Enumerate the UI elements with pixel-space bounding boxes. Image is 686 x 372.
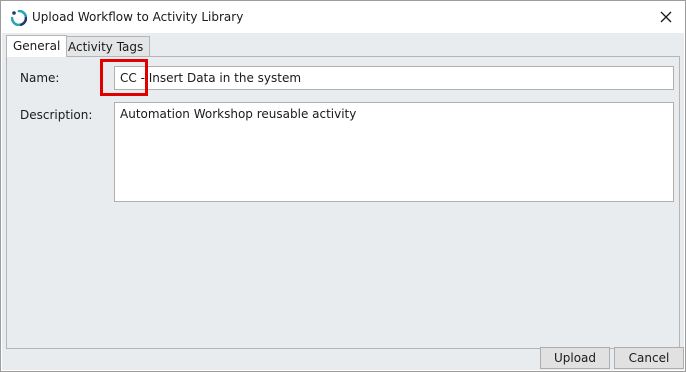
description-textarea[interactable]: Automation Workshop reusable activity	[114, 102, 674, 202]
tab-activity-tags[interactable]: Activity Tags	[61, 36, 151, 56]
cancel-button[interactable]: Cancel	[614, 347, 684, 369]
upload-button[interactable]: Upload	[540, 347, 610, 369]
workflow-icon	[10, 9, 28, 27]
tab-general[interactable]: General	[6, 35, 68, 57]
description-label: Description:	[20, 108, 93, 122]
general-tab-panel: Name: Description: Automation Workshop r…	[6, 56, 680, 349]
dialog-body: General Activity Tags Name: Description:…	[2, 33, 684, 370]
name-input[interactable]	[114, 66, 674, 90]
name-label: Name:	[20, 71, 60, 85]
title-bar[interactable]: Upload Workflow to Activity Library	[2, 2, 684, 33]
upload-workflow-dialog: Upload Workflow to Activity Library Gene…	[0, 0, 686, 372]
close-icon[interactable]	[655, 6, 677, 28]
window-title: Upload Workflow to Activity Library	[32, 10, 244, 24]
